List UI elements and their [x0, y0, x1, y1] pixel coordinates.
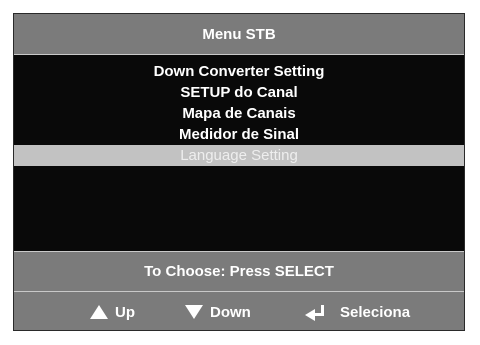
- instruction-text: To Choose: Press SELECT: [14, 252, 464, 292]
- legend-up: Up: [89, 292, 135, 332]
- legend-select: Seleciona: [304, 292, 410, 332]
- triangle-up-icon: [90, 305, 108, 319]
- menu-item-language-setting[interactable]: Language Setting: [14, 145, 464, 166]
- menu-panel: Down Converter Setting SETUP do Canal Ma…: [14, 54, 464, 252]
- key-legend: Up Down Seleciona: [14, 292, 464, 332]
- menu-item-setup-do-canal[interactable]: SETUP do Canal: [14, 82, 464, 103]
- menu-item-down-converter-setting[interactable]: Down Converter Setting: [14, 61, 464, 82]
- menu-list: Down Converter Setting SETUP do Canal Ma…: [14, 61, 464, 166]
- enter-arrow-icon: [305, 305, 324, 321]
- legend-up-label: Up: [115, 303, 135, 321]
- menu-item-medidor-de-sinal[interactable]: Medidor de Sinal: [14, 124, 464, 145]
- legend-down-label: Down: [210, 303, 251, 321]
- menu-title: Menu STB: [202, 25, 276, 43]
- menu-item-mapa-de-canais[interactable]: Mapa de Canais: [14, 103, 464, 124]
- triangle-down-icon: [185, 305, 203, 319]
- legend-select-label: Seleciona: [340, 303, 411, 321]
- legend-down: Down: [184, 292, 251, 332]
- stb-menu-screen: Menu STB Down Converter Setting SETUP do…: [13, 13, 465, 331]
